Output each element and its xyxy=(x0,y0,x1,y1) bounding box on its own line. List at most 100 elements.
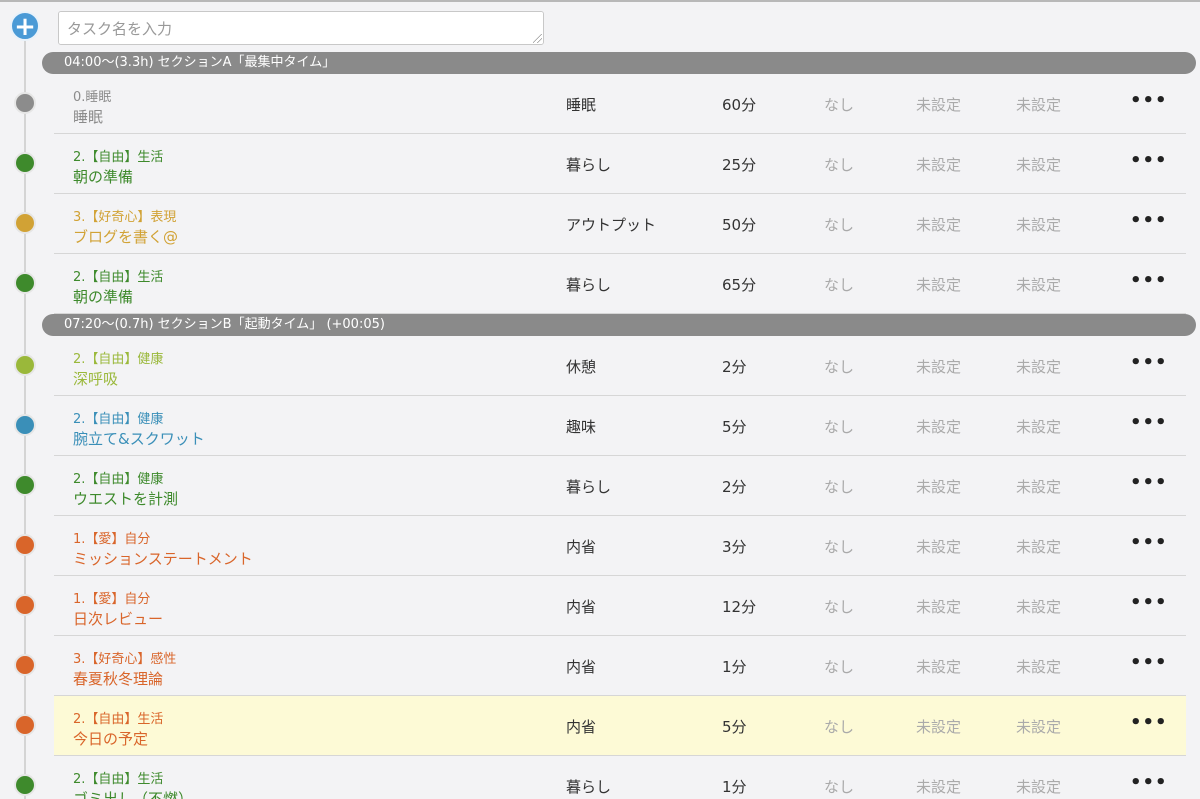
task-start-setting[interactable]: 未設定 xyxy=(916,536,961,557)
task-start-setting[interactable]: 未設定 xyxy=(916,94,961,115)
task-repeat[interactable]: なし xyxy=(824,596,854,617)
task-status-dot[interactable] xyxy=(14,354,36,376)
task-type[interactable]: 趣味 xyxy=(566,416,596,437)
more-options-icon[interactable]: ••• xyxy=(1130,592,1168,613)
task-end-setting[interactable]: 未設定 xyxy=(1016,476,1061,497)
more-options-icon[interactable]: ••• xyxy=(1130,772,1168,793)
task-repeat[interactable]: なし xyxy=(824,416,854,437)
task-name[interactable]: 朝の準備 xyxy=(73,286,133,307)
task-status-dot[interactable] xyxy=(14,714,36,736)
task-row[interactable]: 2.【自由】生活 朝の準備 暮らし 25分 なし 未設定 未設定 ••• xyxy=(54,134,1186,194)
task-type[interactable]: 内省 xyxy=(566,716,596,737)
task-end-setting[interactable]: 未設定 xyxy=(1016,536,1061,557)
task-repeat[interactable]: なし xyxy=(824,656,854,677)
task-name[interactable]: 日次レビュー xyxy=(73,608,163,629)
task-end-setting[interactable]: 未設定 xyxy=(1016,416,1061,437)
task-type[interactable]: 暮らし xyxy=(566,476,611,497)
task-end-setting[interactable]: 未設定 xyxy=(1016,356,1061,377)
task-row[interactable]: 2.【自由】健康 ウエストを計測 暮らし 2分 なし 未設定 未設定 ••• xyxy=(54,456,1186,516)
more-options-icon[interactable]: ••• xyxy=(1130,352,1168,373)
task-status-dot[interactable] xyxy=(14,774,36,796)
more-options-icon[interactable]: ••• xyxy=(1130,712,1168,733)
task-type[interactable]: アウトプット xyxy=(566,214,656,235)
task-row[interactable]: 2.【自由】健康 腕立て&スクワット 趣味 5分 なし 未設定 未設定 ••• xyxy=(54,396,1186,456)
task-row[interactable]: 2.【自由】生活 朝の準備 暮らし 65分 なし 未設定 未設定 ••• xyxy=(54,254,1186,314)
task-type[interactable]: 暮らし xyxy=(566,776,611,797)
task-start-setting[interactable]: 未設定 xyxy=(916,416,961,437)
task-repeat[interactable]: なし xyxy=(824,716,854,737)
task-start-setting[interactable]: 未設定 xyxy=(916,596,961,617)
task-status-dot[interactable] xyxy=(14,414,36,436)
task-start-setting[interactable]: 未設定 xyxy=(916,154,961,175)
task-repeat[interactable]: なし xyxy=(824,356,854,377)
task-duration[interactable]: 50分 xyxy=(722,214,756,235)
task-status-dot[interactable] xyxy=(14,152,36,174)
task-name[interactable]: 朝の準備 xyxy=(73,166,133,187)
task-status-dot[interactable] xyxy=(14,534,36,556)
task-start-setting[interactable]: 未設定 xyxy=(916,356,961,377)
more-options-icon[interactable]: ••• xyxy=(1130,412,1168,433)
task-duration[interactable]: 1分 xyxy=(722,776,747,797)
task-name[interactable]: 腕立て&スクワット xyxy=(73,428,205,449)
task-duration[interactable]: 1分 xyxy=(722,656,747,677)
task-duration[interactable]: 60分 xyxy=(722,94,756,115)
task-type[interactable]: 睡眠 xyxy=(566,94,596,115)
task-duration[interactable]: 12分 xyxy=(722,596,756,617)
resize-grip-icon[interactable] xyxy=(533,34,542,43)
task-end-setting[interactable]: 未設定 xyxy=(1016,274,1061,295)
task-row[interactable]: 1.【愛】自分 日次レビュー 内省 12分 なし 未設定 未設定 ••• xyxy=(54,576,1186,636)
task-row[interactable]: 3.【好奇心】表現 ブログを書く@ アウトプット 50分 なし 未設定 未設定 ••• xyxy=(54,194,1186,254)
more-options-icon[interactable]: ••• xyxy=(1130,652,1168,673)
task-status-dot[interactable] xyxy=(14,92,36,114)
task-duration[interactable]: 2分 xyxy=(722,356,747,377)
task-row[interactable]: 1.【愛】自分 ミッションステートメント 内省 3分 なし 未設定 未設定 ••• xyxy=(54,516,1186,576)
task-name[interactable]: 春夏秋冬理論 xyxy=(73,668,163,689)
task-type[interactable]: 内省 xyxy=(566,536,596,557)
task-end-setting[interactable]: 未設定 xyxy=(1016,776,1061,797)
task-end-setting[interactable]: 未設定 xyxy=(1016,154,1061,175)
task-status-dot[interactable] xyxy=(14,212,36,234)
task-start-setting[interactable]: 未設定 xyxy=(916,656,961,677)
task-status-dot[interactable] xyxy=(14,594,36,616)
task-row[interactable]: 2.【自由】生活 ゴミ出し（不燃） 暮らし 1分 なし 未設定 未設定 ••• xyxy=(54,756,1186,799)
task-end-setting[interactable]: 未設定 xyxy=(1016,596,1061,617)
task-row[interactable]: 2.【自由】生活 今日の予定 内省 5分 なし 未設定 未設定 ••• xyxy=(54,696,1186,756)
task-name[interactable]: 深呼吸 xyxy=(73,368,118,389)
task-start-setting[interactable]: 未設定 xyxy=(916,274,961,295)
task-duration[interactable]: 3分 xyxy=(722,536,747,557)
task-start-setting[interactable]: 未設定 xyxy=(916,776,961,797)
task-repeat[interactable]: なし xyxy=(824,154,854,175)
task-duration[interactable]: 5分 xyxy=(722,416,747,437)
task-status-dot[interactable] xyxy=(14,272,36,294)
task-repeat[interactable]: なし xyxy=(824,214,854,235)
task-type[interactable]: 内省 xyxy=(566,596,596,617)
task-duration[interactable]: 5分 xyxy=(722,716,747,737)
task-name[interactable]: ウエストを計測 xyxy=(73,488,178,509)
section-header-a[interactable]: 04:00〜(3.3h) セクションA「最集中タイム」 xyxy=(42,52,1196,74)
task-name-input[interactable] xyxy=(58,11,544,45)
more-options-icon[interactable]: ••• xyxy=(1130,472,1168,493)
section-header-b[interactable]: 07:20〜(0.7h) セクションB「起動タイム」 (+00:05) xyxy=(42,314,1196,336)
task-type[interactable]: 休憩 xyxy=(566,356,596,377)
task-repeat[interactable]: なし xyxy=(824,776,854,797)
task-repeat[interactable]: なし xyxy=(824,94,854,115)
task-duration[interactable]: 65分 xyxy=(722,274,756,295)
more-options-icon[interactable]: ••• xyxy=(1130,270,1168,291)
task-start-setting[interactable]: 未設定 xyxy=(916,716,961,737)
task-row[interactable]: 2.【自由】健康 深呼吸 休憩 2分 なし 未設定 未設定 ••• xyxy=(54,336,1186,396)
more-options-icon[interactable]: ••• xyxy=(1130,210,1168,231)
task-name[interactable]: ゴミ出し（不燃） xyxy=(73,788,193,799)
task-repeat[interactable]: なし xyxy=(824,536,854,557)
task-status-dot[interactable] xyxy=(14,654,36,676)
task-repeat[interactable]: なし xyxy=(824,476,854,497)
task-end-setting[interactable]: 未設定 xyxy=(1016,214,1061,235)
more-options-icon[interactable]: ••• xyxy=(1130,150,1168,171)
task-type[interactable]: 内省 xyxy=(566,656,596,677)
more-options-icon[interactable]: ••• xyxy=(1130,532,1168,553)
task-start-setting[interactable]: 未設定 xyxy=(916,214,961,235)
task-name[interactable]: ミッションステートメント xyxy=(73,548,253,569)
task-name[interactable]: 今日の予定 xyxy=(73,728,148,749)
task-row[interactable]: 0.睡眠 睡眠 睡眠 60分 なし 未設定 未設定 ••• xyxy=(54,74,1186,134)
task-name[interactable]: 睡眠 xyxy=(73,106,103,127)
task-name[interactable]: ブログを書く@ xyxy=(73,226,178,247)
